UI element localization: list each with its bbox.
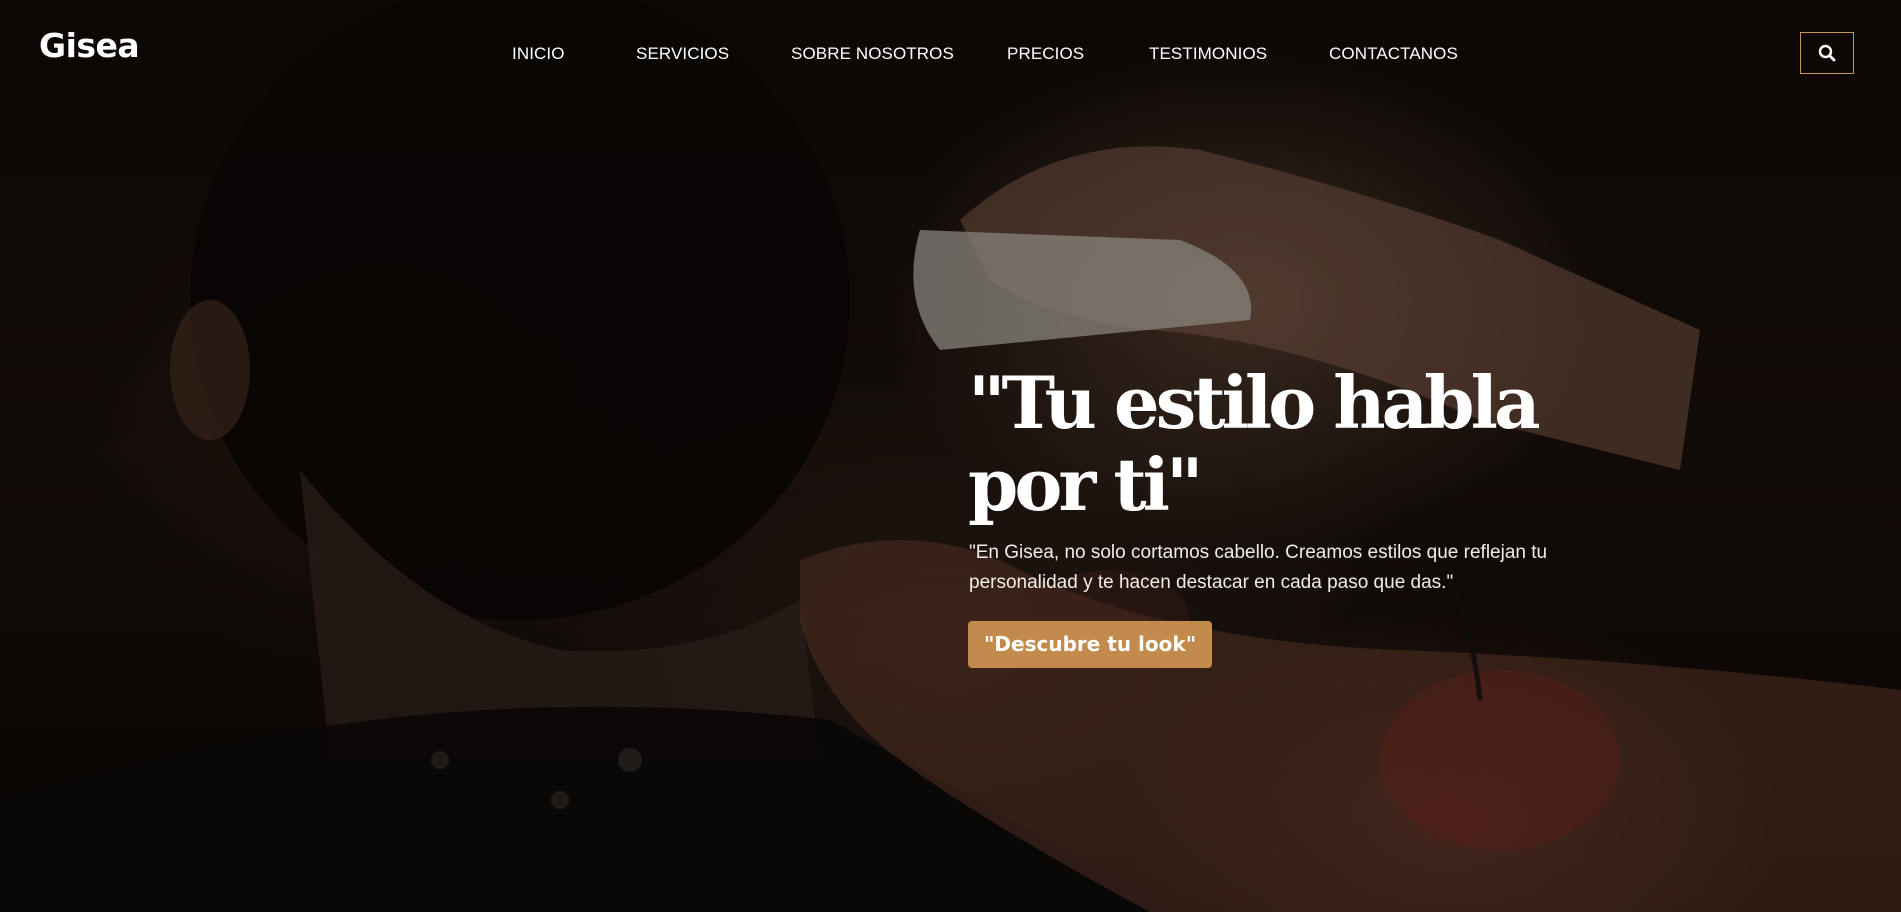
nav-item-precios[interactable]: PRECIOS <box>1007 44 1084 64</box>
hero-title: "Tu estilo habla por ti" <box>968 360 1541 527</box>
page: Gisea INICIO SERVICIOS SOBRE NOSOTROS PR… <box>0 0 1901 912</box>
nav-item-servicios[interactable]: SERVICIOS <box>636 44 729 64</box>
nav-item-sobre-nosotros[interactable]: SOBRE NOSOTROS <box>791 44 954 64</box>
hero-subtitle: "En Gisea, no solo cortamos cabello. Cre… <box>969 542 1548 593</box>
nav-item-contactanos[interactable]: CONTACTANOS <box>1329 44 1458 64</box>
search-icon <box>1818 44 1836 62</box>
hero-dark-overlay <box>0 0 1901 912</box>
main-nav: INICIO SERVICIOS SOBRE NOSOTROS PRECIOS … <box>0 0 1901 100</box>
search-button[interactable] <box>1800 32 1854 74</box>
nav-item-testimonios[interactable]: TESTIMONIOS <box>1149 44 1267 64</box>
nav-item-inicio[interactable]: INICIO <box>512 44 565 64</box>
hero-content: "Tu estilo habla por ti" "En Gisea, no s… <box>968 362 1568 668</box>
site-header: Gisea INICIO SERVICIOS SOBRE NOSOTROS PR… <box>0 0 1901 100</box>
discover-look-button[interactable]: "Descubre tu look" <box>968 621 1213 668</box>
